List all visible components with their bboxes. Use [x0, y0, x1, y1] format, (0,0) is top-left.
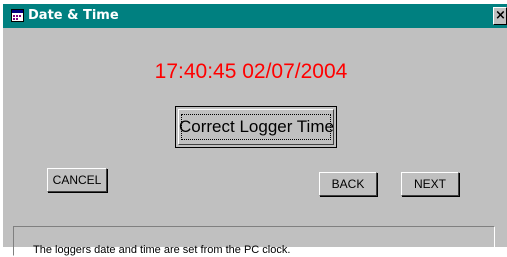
calendar-icon [11, 9, 24, 22]
logger-datetime-display: 17:40:45 02/07/2004 [154, 60, 348, 83]
window-title: Date & Time [28, 8, 119, 23]
next-button[interactable]: NEXT [401, 172, 459, 196]
back-button[interactable]: BACK [319, 172, 377, 196]
correct-logger-time-button[interactable]: Correct Logger Time [175, 106, 337, 148]
correct-logger-time-label: Correct Logger Time [179, 117, 334, 136]
title-bar[interactable]: Date & Time × [3, 4, 507, 28]
date-time-dialog: Date & Time × 17:40:45 02/07/2004 Correc… [3, 4, 507, 247]
status-message: The loggers date and time are set from t… [33, 244, 291, 256]
close-icon: × [495, 8, 506, 23]
cancel-button[interactable]: CANCEL [47, 168, 107, 192]
close-button[interactable]: × [493, 7, 507, 25]
